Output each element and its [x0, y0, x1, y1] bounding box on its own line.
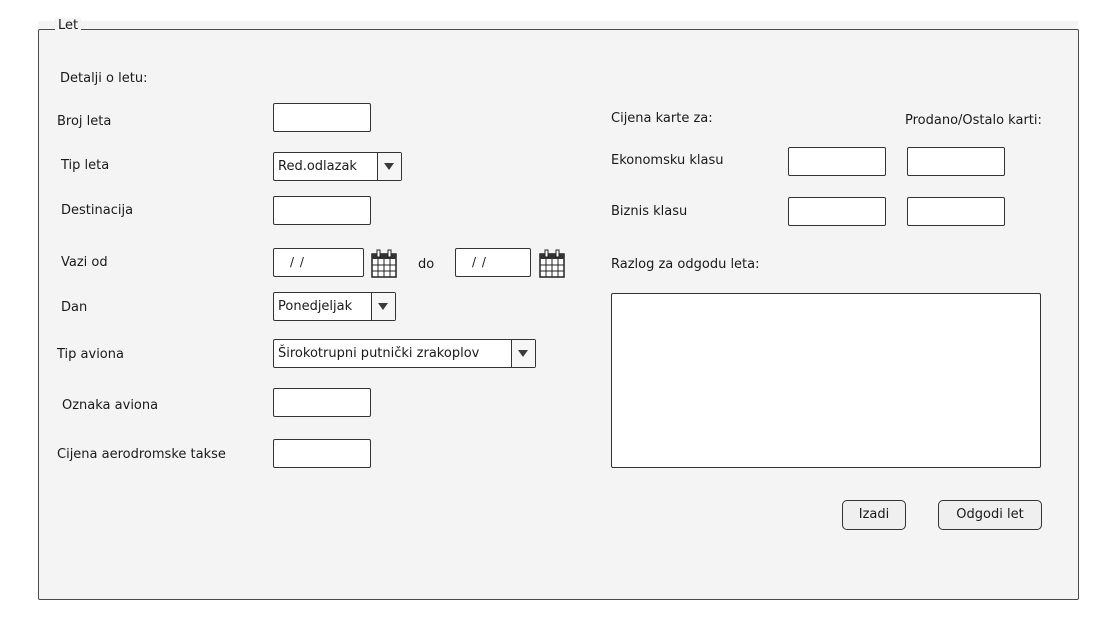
prodano-ostalo-label: Prodano/Ostalo karti:	[905, 113, 1042, 128]
razlog-odgode-textarea[interactable]	[611, 293, 1041, 468]
tip-aviona-value: Širokotrupni putnički zrakoplov	[278, 346, 480, 361]
calendar-icon[interactable]	[371, 248, 397, 278]
dan-label: Dan	[61, 300, 88, 315]
tip-aviona-select[interactable]: Širokotrupni putnički zrakoplov	[273, 339, 536, 368]
dan-select[interactable]: Ponedjeljak	[273, 292, 396, 321]
oznaka-aviona-input[interactable]	[273, 388, 371, 417]
calendar-icon[interactable]	[539, 248, 565, 278]
date-from-input[interactable]: / /	[273, 248, 364, 277]
izadi-button[interactable]: Izadi	[842, 500, 906, 530]
destinacija-label: Destinacija	[61, 203, 134, 218]
vazi-od-label: Vazi od	[61, 255, 108, 270]
fieldset-legend: Let	[55, 18, 82, 33]
section-title: Detalji o letu:	[60, 71, 148, 86]
oznaka-aviona-label: Oznaka aviona	[62, 398, 159, 413]
chevron-down-icon[interactable]	[371, 293, 395, 320]
destinacija-input[interactable]	[273, 196, 371, 225]
broj-leta-input[interactable]	[273, 103, 371, 132]
broj-leta-label: Broj leta	[57, 114, 112, 129]
cijena-takse-label: Cijena aerodromske takse	[57, 447, 226, 462]
tip-leta-value: Red.odlazak	[278, 159, 357, 174]
dan-value: Ponedjeljak	[278, 299, 353, 314]
ekonomska-klasa-label: Ekonomsku klasu	[611, 153, 724, 168]
tip-aviona-label: Tip aviona	[57, 347, 124, 362]
cijena-karte-label: Cijena karte za:	[611, 111, 713, 126]
tip-leta-select[interactable]: Red.odlazak	[273, 152, 402, 181]
date-from-value: / /	[290, 255, 305, 269]
chevron-down-icon[interactable]	[511, 340, 535, 367]
cijena-takse-input[interactable]	[273, 439, 371, 468]
chevron-down-icon[interactable]	[377, 153, 401, 180]
do-label: do	[418, 257, 435, 272]
tip-leta-label: Tip leta	[61, 158, 110, 173]
razlog-odgode-label: Razlog za odgodu leta:	[611, 257, 760, 272]
date-to-input[interactable]: / /	[455, 248, 531, 277]
odgodi-let-button[interactable]: Odgodi let	[938, 500, 1042, 530]
date-to-value: / /	[472, 255, 487, 269]
biznis-prodano-input[interactable]	[907, 197, 1005, 226]
biznis-cijena-input[interactable]	[788, 197, 886, 226]
ekonomska-prodano-input[interactable]	[907, 147, 1005, 176]
biznis-klasa-label: Biznis klasu	[611, 204, 688, 219]
ekonomska-cijena-input[interactable]	[788, 147, 886, 176]
